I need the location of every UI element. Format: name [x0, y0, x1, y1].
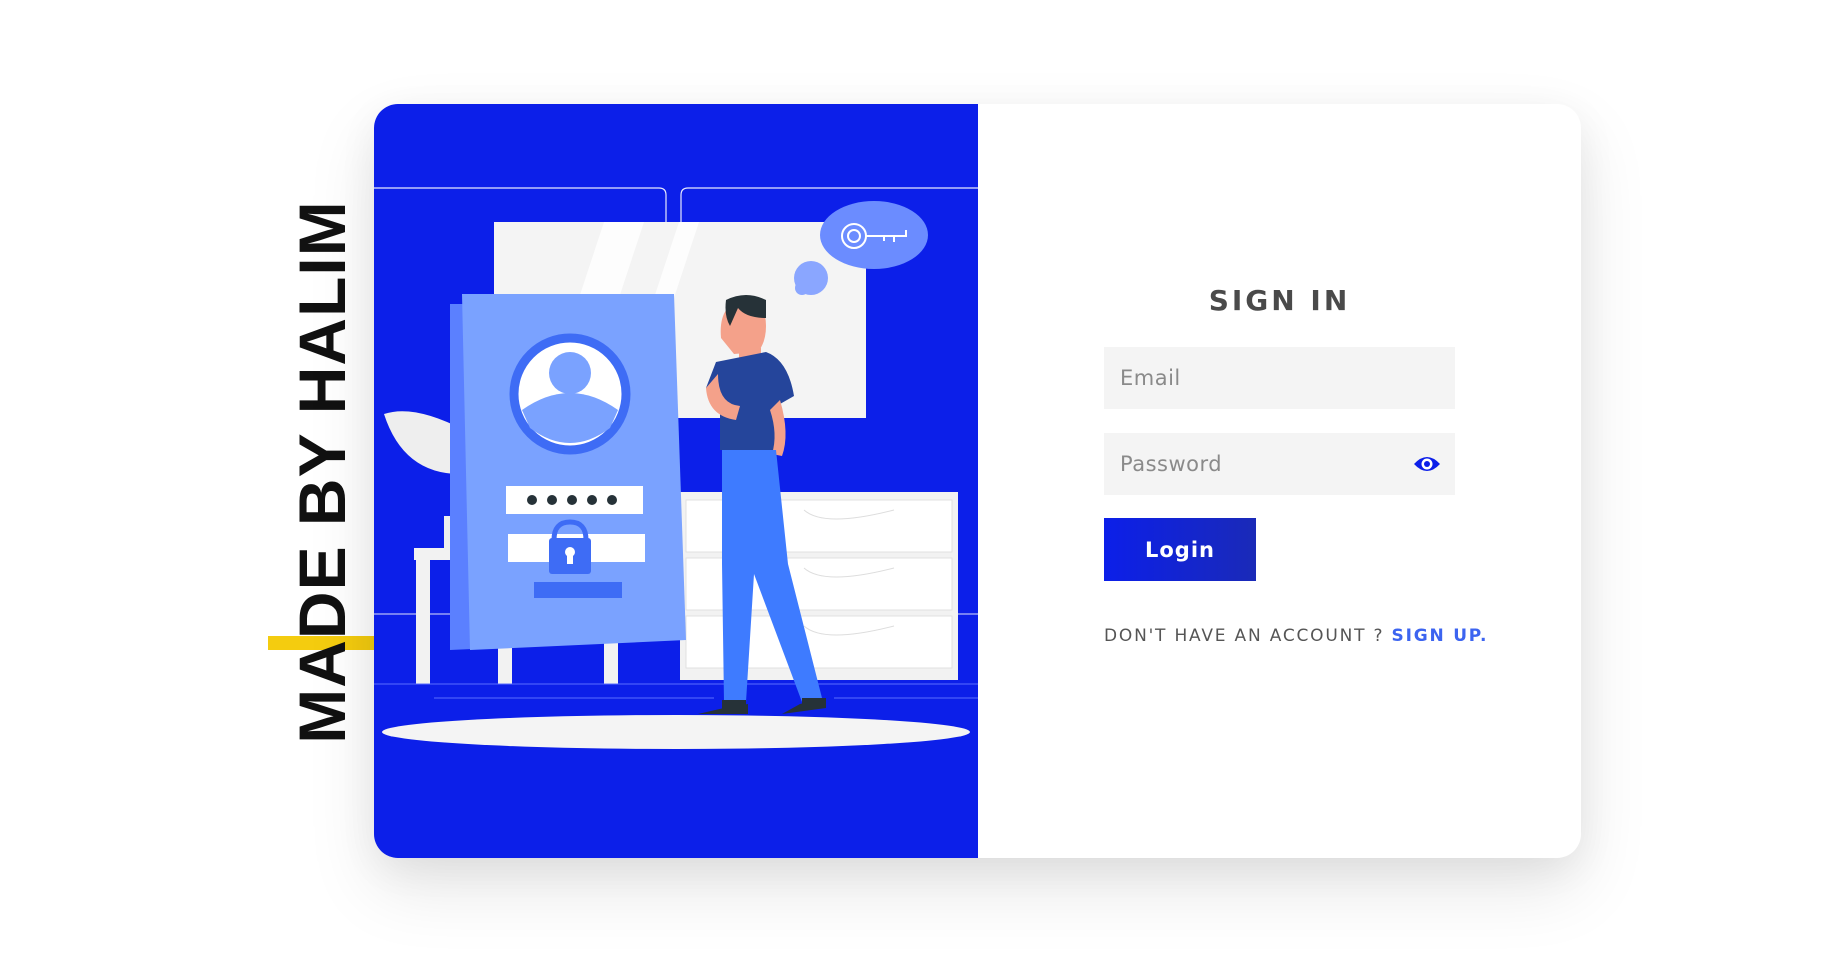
- credit-text: MADE BY HALIM: [285, 200, 359, 744]
- login-illustration: [374, 104, 978, 858]
- signup-suffix: .: [1479, 626, 1489, 646]
- email-field[interactable]: [1104, 347, 1455, 409]
- login-button[interactable]: Login: [1104, 518, 1256, 581]
- eye-icon[interactable]: [1412, 453, 1442, 475]
- signup-line: DON'T HAVE AN ACCOUNT ? SIGN UP.: [1104, 626, 1488, 646]
- form-title: SIGN IN: [1208, 284, 1351, 317]
- illustration-art: [374, 187, 978, 749]
- signin-card: SIGN IN Login DON'T HAVE AN ACCOUNT ? SI…: [374, 104, 1581, 858]
- password-field[interactable]: [1104, 433, 1455, 495]
- signin-form: SIGN IN Login DON'T HAVE AN ACCOUNT ? SI…: [978, 104, 1581, 858]
- signup-link[interactable]: SIGN UP: [1392, 626, 1480, 646]
- signup-prompt: DON'T HAVE AN ACCOUNT ?: [1104, 626, 1392, 646]
